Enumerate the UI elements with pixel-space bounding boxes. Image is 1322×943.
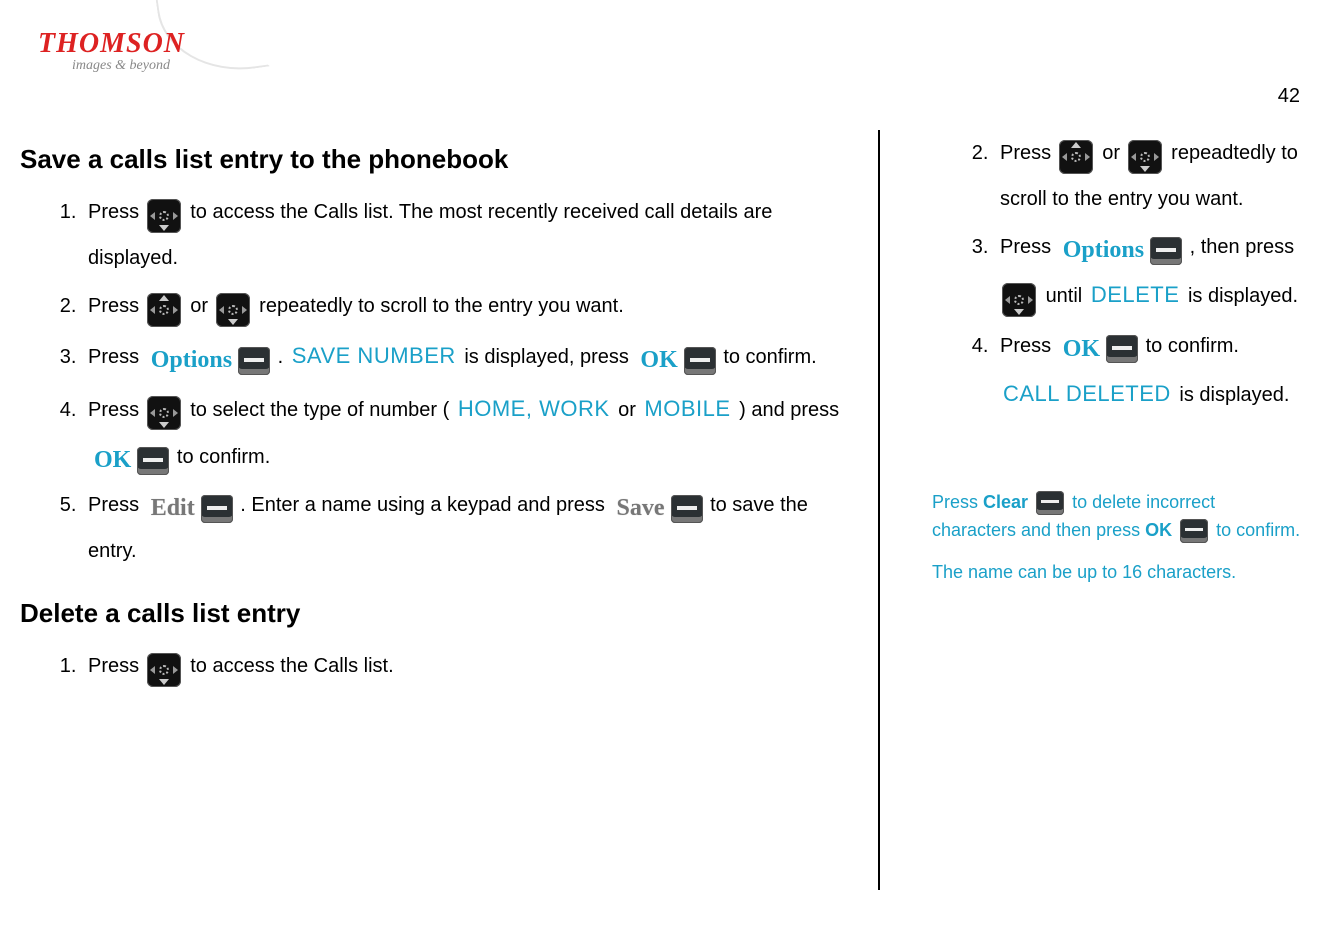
nav-down-icon xyxy=(147,199,181,233)
left-softkey-icon xyxy=(684,347,716,375)
left-softkey-icon xyxy=(201,495,233,523)
logo-brand-text: THOMSON xyxy=(38,28,185,60)
save-step-4: Press to select the type of number ( HOM… xyxy=(82,384,850,481)
left-softkey-icon xyxy=(238,347,270,375)
save-softkey-icon: Save xyxy=(613,492,703,526)
left-softkey-icon xyxy=(1106,335,1138,363)
display-text: DELETE xyxy=(1088,282,1183,307)
display-text: CALL DELETED xyxy=(1000,381,1174,406)
content-columns: Save a calls list entry to the phonebook… xyxy=(20,130,1302,890)
clear-key-label: Clear xyxy=(983,492,1028,512)
left-softkey-icon xyxy=(137,447,169,475)
delete-steps-list-right: Press or repeadtedly to scroll to the en… xyxy=(932,130,1302,419)
page-number: 42 xyxy=(1278,85,1300,108)
display-text: MOBILE xyxy=(641,396,733,421)
options-softkey-icon: Options xyxy=(147,344,270,378)
nav-down-icon xyxy=(147,653,181,687)
options-softkey-icon: Options xyxy=(1059,234,1182,268)
save-steps-list: Press to access the Calls list. The most… xyxy=(20,189,850,574)
delete-step-2: Press or repeadtedly to scroll to the en… xyxy=(994,130,1302,222)
nav-up-icon xyxy=(147,293,181,327)
save-step-5: Press Edit . Enter a name using a keypad… xyxy=(82,482,850,574)
right-softkey-icon xyxy=(1036,491,1064,515)
heading-save-entry: Save a calls list entry to the phonebook xyxy=(20,144,850,175)
save-step-3: Press Options . SAVE NUMBER is displayed… xyxy=(82,331,850,382)
delete-steps-list-left: Press to access the Calls list. xyxy=(20,643,850,689)
nav-down-icon xyxy=(147,396,181,430)
ok-softkey-icon: OK xyxy=(636,344,715,378)
delete-step-4: Press OK to confirm. CALL DELETED is dis… xyxy=(994,323,1302,420)
display-text: SAVE NUMBER xyxy=(289,343,459,368)
tip-line-1: Press Clear to delete incorrect characte… xyxy=(932,489,1302,545)
ok-softkey-icon: OK xyxy=(90,444,169,478)
delete-step-1: Press to access the Calls list. xyxy=(82,643,850,689)
nav-down-icon xyxy=(216,293,250,327)
ok-softkey-icon: OK xyxy=(1059,332,1138,366)
ok-key-label: OK xyxy=(1145,520,1172,540)
tip-box: Press Clear to delete incorrect characte… xyxy=(932,489,1302,587)
left-column: Save a calls list entry to the phonebook… xyxy=(20,130,868,890)
brand-logo: THOMSON images & beyond xyxy=(20,0,250,80)
tip-line-2: The name can be up to 16 characters. xyxy=(932,559,1302,587)
nav-up-icon xyxy=(1059,140,1093,174)
left-softkey-icon xyxy=(1180,519,1208,543)
page: THOMSON images & beyond 42 Save a calls … xyxy=(0,0,1322,930)
edit-softkey-icon: Edit xyxy=(147,492,233,526)
save-step-2: Press or repeatedly to scroll to the ent… xyxy=(82,283,850,329)
right-column: Press or repeadtedly to scroll to the en… xyxy=(890,130,1302,890)
display-text: HOME, WORK xyxy=(455,396,613,421)
column-divider xyxy=(878,130,880,890)
left-softkey-icon xyxy=(671,495,703,523)
nav-down-icon xyxy=(1002,283,1036,317)
delete-step-3: Press Options , then press until DELETE … xyxy=(994,224,1302,321)
logo-tagline: images & beyond xyxy=(72,58,170,74)
save-step-1: Press to access the Calls list. The most… xyxy=(82,189,850,281)
heading-delete-entry: Delete a calls list entry xyxy=(20,598,850,629)
left-softkey-icon xyxy=(1150,237,1182,265)
nav-down-icon xyxy=(1128,140,1162,174)
